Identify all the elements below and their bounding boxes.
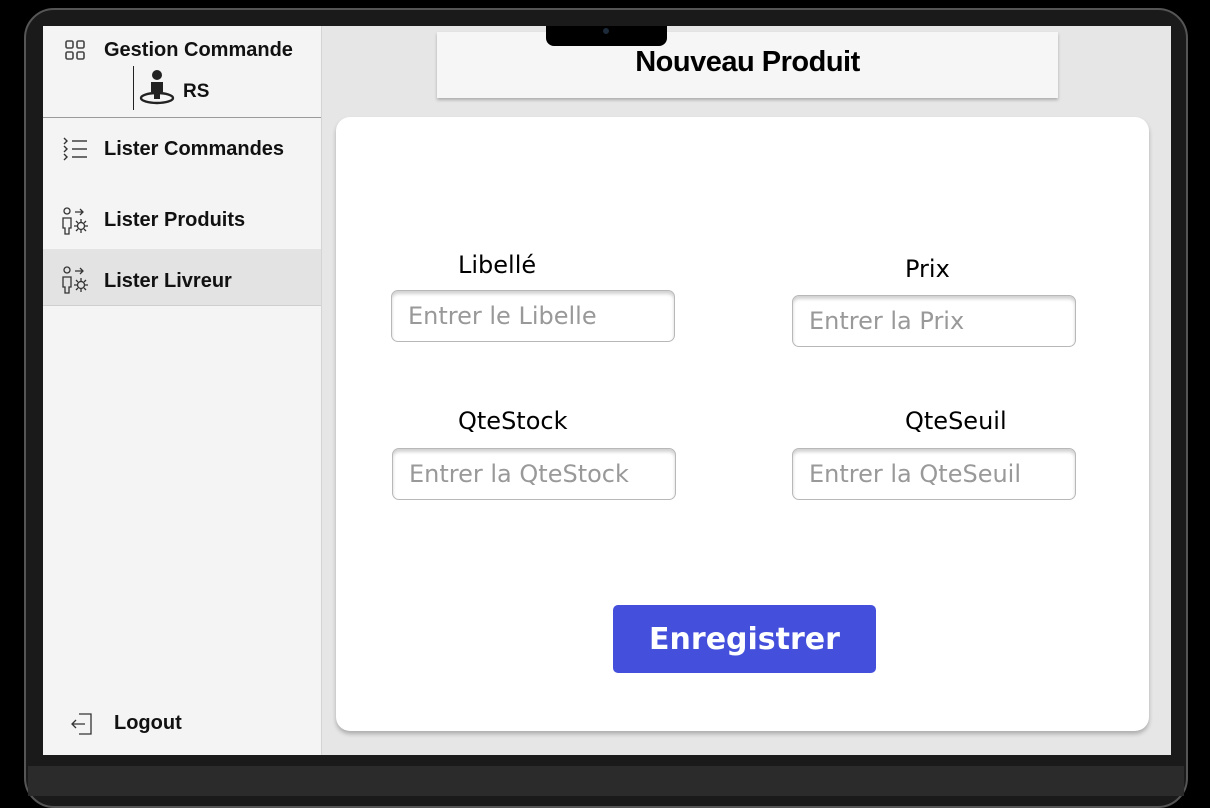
sidebar-item-label: Lister Livreur bbox=[104, 270, 232, 292]
sidebar-divider bbox=[43, 117, 321, 118]
sidebar-item-lister-produits[interactable]: Lister Produits bbox=[43, 194, 321, 250]
sidebar-item-lister-livreur[interactable]: Lister Livreur bbox=[43, 249, 321, 306]
app-title: Gestion Commande bbox=[104, 39, 293, 61]
user-icon bbox=[139, 70, 175, 105]
sidebar-item-label: Lister Commandes bbox=[104, 138, 285, 160]
prix-input[interactable] bbox=[792, 295, 1076, 347]
qteseuil-input[interactable] bbox=[792, 448, 1076, 500]
camera-icon bbox=[603, 28, 609, 34]
list-icon bbox=[63, 137, 87, 161]
qtestock-label: QteStock bbox=[458, 407, 568, 435]
grid-icon bbox=[65, 40, 85, 60]
libelle-input[interactable] bbox=[391, 290, 675, 342]
qtestock-input[interactable] bbox=[392, 448, 676, 500]
sidebar-item-lister-commandes[interactable]: Lister Commandes bbox=[43, 123, 321, 179]
users-settings-icon bbox=[62, 266, 88, 294]
logout-button[interactable]: Logout bbox=[43, 706, 321, 746]
qteseuil-label: QteSeuil bbox=[905, 407, 1007, 435]
users-settings-icon bbox=[62, 207, 88, 235]
page-header: Nouveau Produit bbox=[437, 32, 1058, 98]
page-title: Nouveau Produit bbox=[635, 46, 860, 78]
product-form-card: Libellé Prix QteStock QteSeuil Enregistr… bbox=[336, 117, 1149, 731]
screen: Gestion Commande RS Lister Commandes Lis… bbox=[43, 26, 1171, 755]
logout-label: Logout bbox=[114, 712, 182, 734]
logout-icon bbox=[71, 713, 92, 735]
prix-label: Prix bbox=[905, 255, 950, 283]
sidebar-item-label: Lister Produits bbox=[104, 209, 246, 231]
user-name: RS bbox=[183, 81, 210, 102]
save-button[interactable]: Enregistrer bbox=[613, 605, 876, 673]
libelle-label: Libellé bbox=[458, 251, 537, 279]
user-divider bbox=[133, 66, 134, 110]
sidebar: Gestion Commande RS Lister Commandes Lis… bbox=[43, 26, 322, 755]
